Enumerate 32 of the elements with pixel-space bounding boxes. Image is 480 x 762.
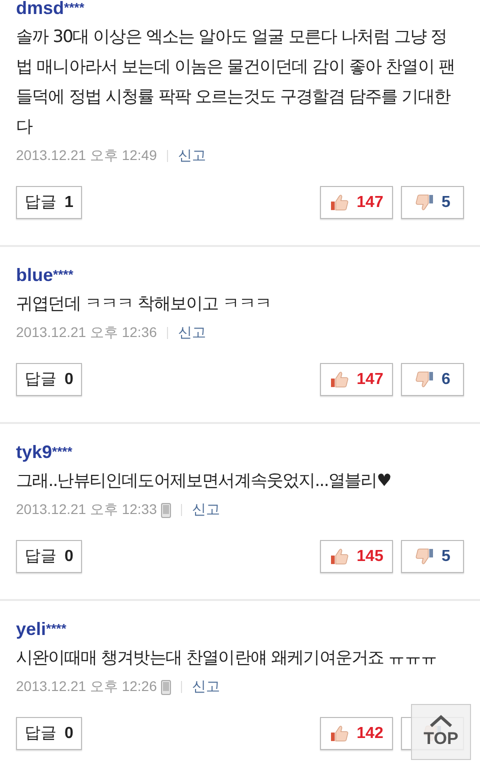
comment-text: 그래..난뷰티인데도어제보면서계속웃었지...열블리♥: [16, 470, 392, 493]
reply-button[interactable]: 답글 0: [16, 540, 82, 573]
chevron-up-icon: [429, 715, 453, 727]
thumbs-up-icon: [330, 725, 349, 742]
thumbs-down-icon: [414, 371, 434, 388]
thumbs-down-icon: [414, 194, 434, 211]
dislike-button[interactable]: 5: [401, 540, 464, 573]
dislike-button[interactable]: 6: [401, 363, 464, 396]
reply-button[interactable]: 답글 1: [16, 186, 82, 219]
reply-button[interactable]: 답글 0: [16, 363, 82, 396]
report-link[interactable]: 신고: [178, 324, 206, 342]
thumbs-up-icon: [330, 194, 349, 211]
comment-text: 시완이때매 챙겨밧는대 찬열이란얘 왜케기여운거죠 ㅠㅠㅠ: [16, 647, 438, 670]
scroll-top-overlay[interactable]: TOP: [411, 704, 471, 760]
report-link[interactable]: 신고: [192, 678, 220, 696]
comment-text: 솔까 30대 이상은 엑소는 알아도 얼굴 모른다 나처럼 그냥 정법 매니아라서 보는데 이놈은 물건이던데 감이 좋아 찬열이 팬들덕에 정법 시청률 팍팍 오르는것도 구경할겸 담주를 기대한다: [16, 26, 456, 139]
reply-button[interactable]: 답글 0: [16, 717, 82, 750]
report-link[interactable]: 신고: [178, 147, 206, 165]
dislike-button[interactable]: 5: [401, 186, 464, 219]
timestamp: 2013.12.21 오후 12:26: [16, 678, 157, 696]
like-button[interactable]: 142: [320, 717, 393, 750]
comment-text: 귀엽던데 ㅋㅋㅋ 착해보이고 ㅋㅋㅋ: [16, 293, 272, 316]
like-button[interactable]: 147: [320, 186, 393, 219]
timestamp: 2013.12.21 오후 12:33: [16, 501, 157, 519]
thumbs-down-icon: [414, 548, 434, 565]
timestamp: 2013.12.21 오후 12:36: [16, 324, 157, 342]
thumbs-up-icon: [330, 371, 349, 388]
timestamp: 2013.12.21 오후 12:49: [16, 147, 157, 165]
thumbs-up-icon: [330, 548, 349, 565]
report-link[interactable]: 신고: [192, 501, 220, 519]
like-button[interactable]: 147: [320, 363, 393, 396]
like-button[interactable]: 145: [320, 540, 393, 573]
